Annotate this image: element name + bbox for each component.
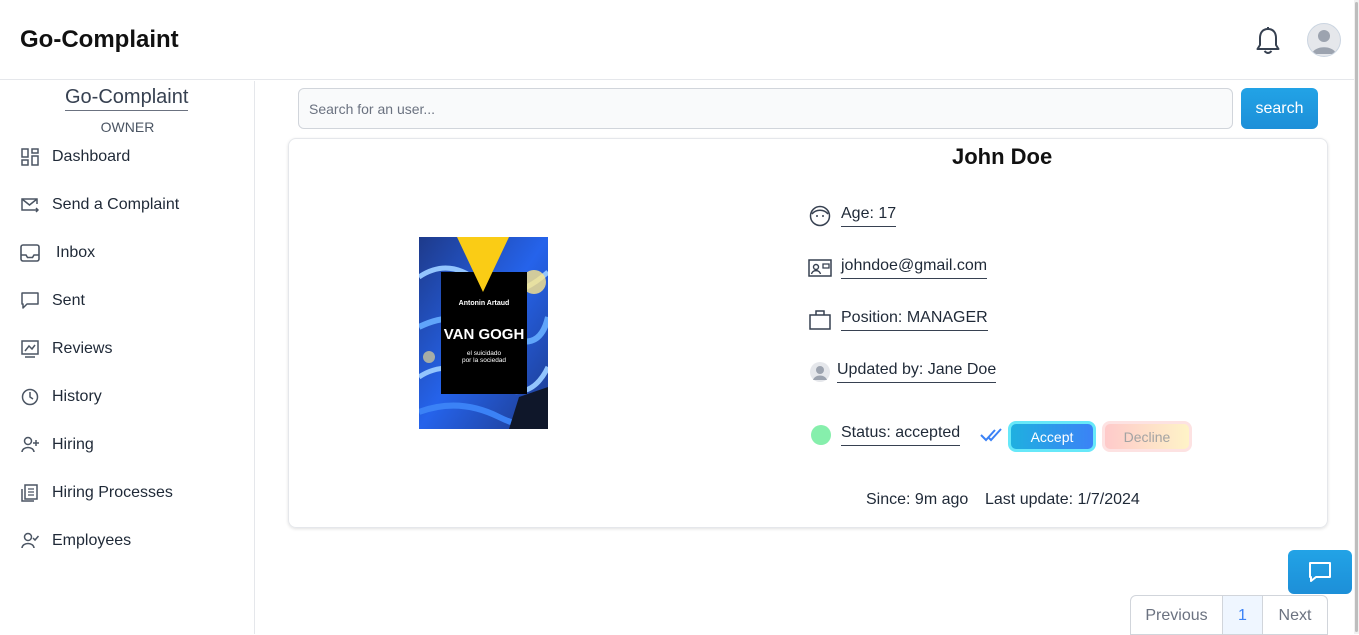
position-row: Position: MANAGER [808,308,988,332]
user-plus-icon [20,435,40,455]
sidebar-item-label: Reviews [52,340,113,357]
chat-icon [1309,562,1331,582]
chat-button[interactable] [1288,550,1352,594]
since-text: Since: 9m ago [866,491,969,508]
last-update-text: Last update: 1/7/2024 [985,491,1140,508]
sidebar-item-label: Send a Complaint [52,196,180,213]
search-button[interactable]: search [1241,88,1318,129]
sidebar-item-label: Hiring Processes [52,484,173,501]
sidebar-item-inbox[interactable]: Inbox [20,239,95,267]
sidebar-item-label: History [52,388,102,405]
book-subtitle-2: por la sociedad [462,357,506,364]
book-author: Antonin Artaud [459,300,510,307]
app-title[interactable]: Go-Complaint [20,26,179,54]
inbox-icon [20,243,40,263]
reviews-icon [20,339,40,359]
chat-sent-icon [20,291,40,311]
document-list-icon [20,483,40,503]
sidebar-item-history[interactable]: History [20,383,102,411]
clock-icon [20,387,40,407]
sidebar-item-label: Employees [52,532,132,549]
avatar-icon [808,360,832,384]
user-name: John Doe [952,144,1053,169]
sidebar: Go-Complaint OWNER Dashboard Send a Comp… [0,81,255,634]
decline-button[interactable]: Decline [1102,421,1192,452]
sidebar-item-label: Sent [52,292,85,309]
previous-page-button[interactable]: Previous [1131,596,1223,634]
sidebar-item-hiring-processes[interactable]: Hiring Processes [20,479,173,507]
email-row: johndoe@gmail.com [808,256,988,280]
double-check-icon [980,425,1004,445]
book-subtitle-1: el suicidado [467,350,502,357]
sidebar-brand[interactable]: Go-Complaint [65,86,189,111]
mail-send-icon [20,195,40,215]
updated-by-row: Updated by: Jane Doe [808,360,997,384]
bell-icon[interactable] [1254,26,1282,56]
sidebar-item-label: Inbox [56,244,96,261]
scrollbar-thumb[interactable] [1355,2,1358,632]
accept-button[interactable]: Accept [1008,421,1096,452]
sidebar-item-label: Hiring [52,436,94,453]
next-page-button[interactable]: Next [1263,596,1327,634]
user-age[interactable]: Age: 17 [841,205,897,227]
user-check-icon [20,531,40,551]
face-icon [808,204,832,228]
sidebar-item-send-complaint[interactable]: Send a Complaint [20,191,179,219]
status-row: Status: accepted [841,424,961,446]
book-title: VAN GOGH [444,326,525,343]
id-card-icon [808,256,832,280]
age-row: Age: 17 [808,204,897,228]
updated-by[interactable]: Updated by: Jane Doe [837,361,997,383]
sidebar-item-hiring[interactable]: Hiring [20,431,94,459]
user-position[interactable]: Position: MANAGER [841,309,988,331]
top-bar: Go-Complaint [0,0,1359,80]
page-number-button[interactable]: 1 [1223,596,1263,634]
dashboard-icon [20,147,40,167]
sidebar-item-dashboard[interactable]: Dashboard [20,143,130,171]
sidebar-item-label: Dashboard [52,148,131,165]
sidebar-item-employees[interactable]: Employees [20,527,131,555]
profile-image: Antonin Artaud VAN GOGH el suicidado por… [419,237,548,429]
user-role: OWNER [100,119,155,135]
pagination: Previous 1 Next [1130,595,1328,635]
sidebar-item-reviews[interactable]: Reviews [20,335,112,363]
status-text[interactable]: Status: accepted [841,424,961,446]
search-input[interactable] [298,88,1233,129]
user-avatar-icon[interactable] [1307,23,1341,57]
briefcase-icon [808,308,832,332]
user-email[interactable]: johndoe@gmail.com [841,257,988,279]
sidebar-item-sent[interactable]: Sent [20,287,85,315]
status-indicator [811,425,831,445]
